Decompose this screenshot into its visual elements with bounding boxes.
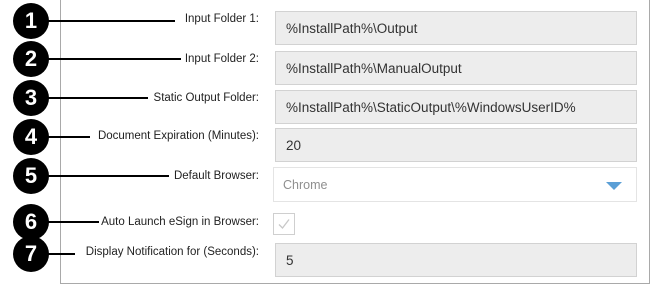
callout-leader-line (45, 58, 181, 60)
callout-leader-line (45, 175, 169, 177)
default-browser-select[interactable]: Chrome (273, 167, 637, 202)
default-browser-selected-value: Chrome (283, 177, 328, 192)
callout-badge-1: 1 (13, 3, 49, 39)
callout-badge-4: 4 (13, 119, 49, 155)
settings-row-static-output-folder: 3 Static Output Folder: %InstallPath%\St… (0, 80, 652, 124)
settings-row-default-browser: 5 Default Browser: Chrome (0, 158, 652, 202)
document-expiration-label: Document Expiration (Minutes): (95, 130, 259, 142)
chevron-down-icon[interactable] (606, 182, 622, 190)
callout-badge-5: 5 (13, 158, 49, 194)
input-folder-2-label: Input Folder 2: (182, 53, 259, 65)
static-output-folder-label: Static Output Folder: (151, 92, 259, 104)
input-folder-1-field[interactable]: %InstallPath%\Output (275, 11, 637, 45)
settings-row-input-folder-2: 2 Input Folder 2: %InstallPath%\ManualOu… (0, 41, 652, 85)
auto-launch-esign-checkbox[interactable] (273, 213, 295, 235)
callout-leader-line (45, 136, 90, 138)
input-folder-1-label: Input Folder 1: (182, 13, 259, 25)
callout-leader-line (45, 20, 175, 22)
callout-badge-2: 2 (13, 41, 49, 77)
callout-badge-7: 7 (13, 236, 49, 272)
document-expiration-field[interactable]: 20 (275, 128, 637, 162)
callout-leader-line (45, 253, 75, 255)
default-browser-label: Default Browser: (171, 170, 259, 182)
settings-row-display-notification: 7 Display Notification for (Seconds): 5 (0, 236, 652, 277)
settings-row-input-folder-1: 1 Input Folder 1: %InstallPath%\Output (0, 2, 652, 45)
display-notification-label: Display Notification for (Seconds): (83, 246, 259, 258)
settings-row-document-expiration: 4 Document Expiration (Minutes): 20 (0, 119, 652, 162)
callout-leader-line (45, 221, 100, 223)
callout-badge-3: 3 (13, 80, 49, 116)
display-notification-field[interactable]: 5 (275, 243, 637, 277)
checkmark-icon (278, 219, 290, 229)
auto-launch-esign-label: Auto Launch eSign in Browser: (99, 216, 259, 228)
callout-badge-6: 6 (13, 204, 49, 240)
callout-leader-line (45, 97, 148, 99)
